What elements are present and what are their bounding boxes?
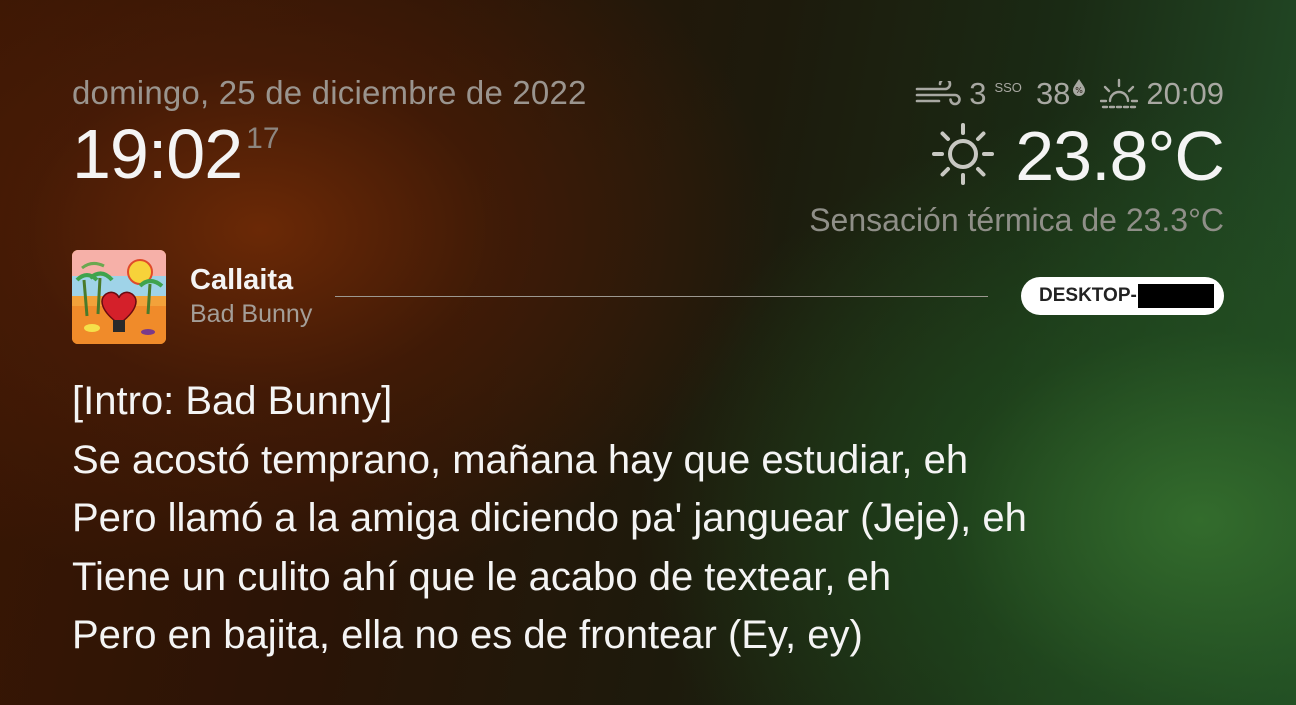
weather-details-row: 3 SSO 38 % 20:09 <box>915 74 1224 114</box>
lyrics-line: Se acostó temprano, mañana hay que estud… <box>72 437 969 482</box>
humidity-drop-icon: % <box>1072 78 1086 96</box>
clock-seconds: 17 <box>246 122 280 155</box>
humidity-value: 38 <box>1035 76 1071 111</box>
date-label: domingo, 25 de diciembre de 2022 <box>72 74 587 111</box>
temperature: 23.8°C <box>1015 117 1225 195</box>
wind-icon <box>915 81 961 107</box>
track-info: Callaita Bad Bunny <box>190 262 312 330</box>
lyrics-line: [Intro: Bad Bunny] <box>72 379 393 423</box>
weather-current: 23.8°C <box>931 117 1225 195</box>
device-badge[interactable]: DESKTOP- <box>1021 277 1224 315</box>
sunset-icon <box>1100 77 1139 111</box>
progress-divider <box>335 296 988 297</box>
device-label: DESKTOP- <box>1039 285 1137 306</box>
wind-speed: 3 <box>969 76 987 111</box>
lyrics-line: Pero en bajita, ella no es de frontear (… <box>72 613 863 657</box>
album-cover[interactable] <box>72 250 166 344</box>
clock-time: 19:02 <box>72 115 243 193</box>
sunset-time: 20:09 <box>1146 76 1224 111</box>
wind-direction: SSO <box>994 80 1022 95</box>
clock: 19:02 17 <box>72 112 280 196</box>
feels-like: Sensación térmica de 23.3°C <box>809 202 1224 238</box>
lyrics-line: Pero llamó a la amiga diciendo pa' jangu… <box>72 496 1027 540</box>
track-artist: Bad Bunny <box>190 300 313 328</box>
svg-text:%: % <box>1076 86 1084 95</box>
device-name-redaction <box>1137 284 1214 308</box>
track-title: Callaita <box>190 264 294 296</box>
lyrics-panel: [Intro: Bad Bunny] Se acostó temprano, m… <box>72 372 1027 665</box>
lyrics-line: Tiene un culito ahí que le acabo de text… <box>72 554 892 599</box>
sun-icon <box>931 122 995 191</box>
